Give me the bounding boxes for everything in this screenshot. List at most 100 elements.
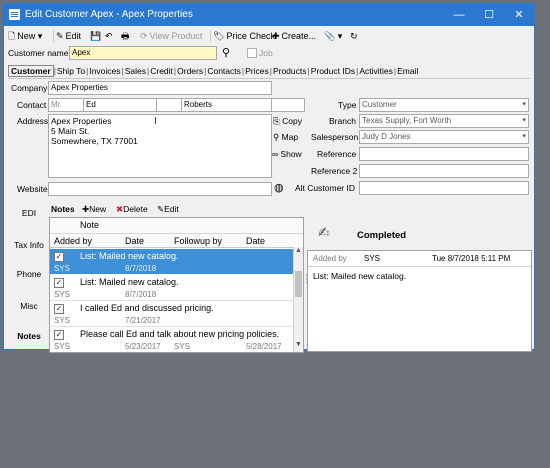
new-button[interactable]: 🗋 New ▾ xyxy=(8,28,42,44)
search-icon[interactable]: ⚲ xyxy=(222,46,230,59)
maximize-button[interactable]: ☐ xyxy=(474,4,504,26)
pencil-icon: ✎ xyxy=(56,31,64,41)
map-button[interactable]: ⚲ Map xyxy=(273,132,298,143)
grid-header: Note Added by Date Followup by Date xyxy=(50,218,303,248)
edit-note-button[interactable]: ✎Edit xyxy=(157,204,179,215)
tab-product-ids[interactable]: Product IDs xyxy=(310,66,356,76)
detail-added-by-label: Added by xyxy=(313,254,347,263)
row-checkbox[interactable]: ✓ xyxy=(54,330,64,340)
tab-customer[interactable]: Customer xyxy=(8,65,54,77)
table-row[interactable]: ✓ List: Mailed new catalog. SYS 8/7/2018 xyxy=(50,249,293,274)
alt-customer-id-input[interactable] xyxy=(359,181,529,195)
type-dropdown[interactable]: Customer ▾ xyxy=(359,98,529,112)
contact-last-name-input[interactable]: Roberts xyxy=(181,98,272,112)
column-date2[interactable]: Date xyxy=(246,236,265,246)
notes-title: Notes xyxy=(51,204,75,214)
branch-label: Branch xyxy=(329,116,356,126)
app-icon xyxy=(9,9,20,20)
delete-note-button[interactable]: ✖Delete xyxy=(116,204,148,215)
salesperson-label: Salesperson xyxy=(311,132,359,142)
side-tab-edi[interactable]: EDI xyxy=(7,208,51,218)
window-title: Edit Customer Apex - Apex Properties xyxy=(25,9,193,20)
type-label: Type xyxy=(338,100,357,110)
tab-credit[interactable]: Credit xyxy=(149,66,174,76)
attach-button[interactable]: 📎 ▾ xyxy=(324,28,342,44)
view-product-button[interactable]: ⟳ View Product xyxy=(140,28,202,44)
scroll-up-icon[interactable]: ▲ xyxy=(295,247,302,254)
reference-input[interactable] xyxy=(359,147,529,161)
notes-grid: Note Added by Date Followup by Date ✓ Li… xyxy=(49,217,304,353)
website-input[interactable] xyxy=(48,182,272,196)
tab-activities[interactable]: Activities xyxy=(358,66,394,76)
tab-products[interactable]: Products xyxy=(272,66,308,76)
reference2-label: Reference 2 xyxy=(311,166,358,176)
address-textarea[interactable]: Apex Properties 5 Main St. Somewhere, TX… xyxy=(48,114,272,178)
note-status: Completed xyxy=(357,230,407,241)
detail-note-text: List: Mailed new catalog. xyxy=(313,271,407,281)
tab-sales[interactable]: Sales xyxy=(124,66,147,76)
job-checkbox[interactable] xyxy=(247,48,257,58)
row-checkbox[interactable]: ✓ xyxy=(54,278,64,288)
save-button[interactable]: 💾 xyxy=(90,28,101,44)
table-row[interactable]: ✓ I called Ed and discussed pricing. SYS… xyxy=(50,301,293,327)
row-checkbox[interactable]: ✓ xyxy=(54,252,64,262)
customer-name-input[interactable]: Apex xyxy=(69,46,217,60)
table-row[interactable]: ✓ Please call Ed and talk about new pric… xyxy=(50,327,293,352)
refresh-icon: ↻ xyxy=(350,31,358,41)
save-icon: 💾 xyxy=(90,31,102,41)
print-button[interactable]: 🖶 xyxy=(121,28,130,44)
column-note[interactable]: Note xyxy=(80,220,99,230)
copy-button[interactable]: ⎘ Copy xyxy=(273,116,302,127)
plus-icon: ✚ xyxy=(272,31,280,41)
detail-added-by-value: SYS xyxy=(364,254,381,263)
tab-prices[interactable]: Prices xyxy=(244,66,270,76)
contact-prefix-input[interactable]: Mr. xyxy=(48,98,84,112)
contact-first-name-input[interactable]: Ed xyxy=(83,98,157,112)
detail-header: Added by SYS Tue 8/7/2018 5:11 PM xyxy=(308,251,531,267)
tab-ship-to[interactable]: Ship To xyxy=(56,66,86,76)
table-row[interactable]: ✓ List: Mailed new catalog. SYS 8/7/2018 xyxy=(50,275,293,301)
undo-button[interactable]: ↶ xyxy=(105,28,113,44)
chevron-down-icon: ▾ xyxy=(522,117,526,124)
column-added-by[interactable]: Added by xyxy=(54,236,92,246)
company-input[interactable]: Apex Properties xyxy=(48,81,272,95)
side-tab-misc[interactable]: Misc xyxy=(7,301,51,311)
tag-icon: 🏷 xyxy=(213,31,225,41)
job-label: Job xyxy=(259,48,273,58)
side-tab-phone[interactable]: Phone xyxy=(7,269,51,279)
salesperson-dropdown[interactable]: Judy D Jones ▾ xyxy=(359,130,529,144)
new-note-button[interactable]: ✚New xyxy=(82,204,106,215)
customer-window: Edit Customer Apex - Apex Properties — ☐… xyxy=(3,3,535,353)
tab-contacts[interactable]: Contacts xyxy=(206,66,242,76)
edit-button[interactable]: ✎ Edit xyxy=(56,28,81,44)
contact-middle-input[interactable] xyxy=(156,98,182,112)
row-checkbox[interactable]: ✓ xyxy=(54,304,64,314)
refresh-button[interactable]: ↻ xyxy=(350,28,358,44)
close-button[interactable]: ✕ xyxy=(504,4,534,26)
tab-orders[interactable]: Orders xyxy=(176,66,204,76)
scrollbar-thumb[interactable] xyxy=(295,271,302,297)
create-button[interactable]: ✚ Create... xyxy=(272,28,316,44)
side-tab-tax-info[interactable]: Tax Info xyxy=(7,240,51,250)
vertical-scrollbar[interactable]: ▲ ▼ xyxy=(293,247,303,352)
minimize-button[interactable]: — xyxy=(444,4,474,26)
note-detail-panel: Added by SYS Tue 8/7/2018 5:11 PM List: … xyxy=(307,250,532,352)
price-check-button[interactable]: 🏷 Price Check xyxy=(213,28,275,44)
contact-extra-input[interactable] xyxy=(271,98,305,112)
globe-icon[interactable]: ◍ xyxy=(274,181,284,194)
tab-invoices[interactable]: Invoices xyxy=(88,66,121,76)
title-bar: Edit Customer Apex - Apex Properties — ☐… xyxy=(4,4,534,26)
company-label: Company xyxy=(11,83,48,93)
scroll-down-icon[interactable]: ▼ xyxy=(295,341,302,348)
show-button[interactable]: ∞ Show xyxy=(272,149,302,159)
reference2-input[interactable] xyxy=(359,164,529,178)
branch-dropdown[interactable]: Texas Supply, Fort Worth ▾ xyxy=(359,114,529,128)
tab-email[interactable]: Email xyxy=(396,66,419,76)
toolbar-separator xyxy=(210,30,211,42)
copy-icon: ⎘ xyxy=(273,116,283,126)
toolbar-separator xyxy=(53,30,54,42)
column-date[interactable]: Date xyxy=(125,236,144,246)
map-pin-icon: ⚲ xyxy=(273,132,282,142)
column-followup-by[interactable]: Followup by xyxy=(174,236,222,246)
side-tab-notes[interactable]: Notes xyxy=(7,331,51,341)
